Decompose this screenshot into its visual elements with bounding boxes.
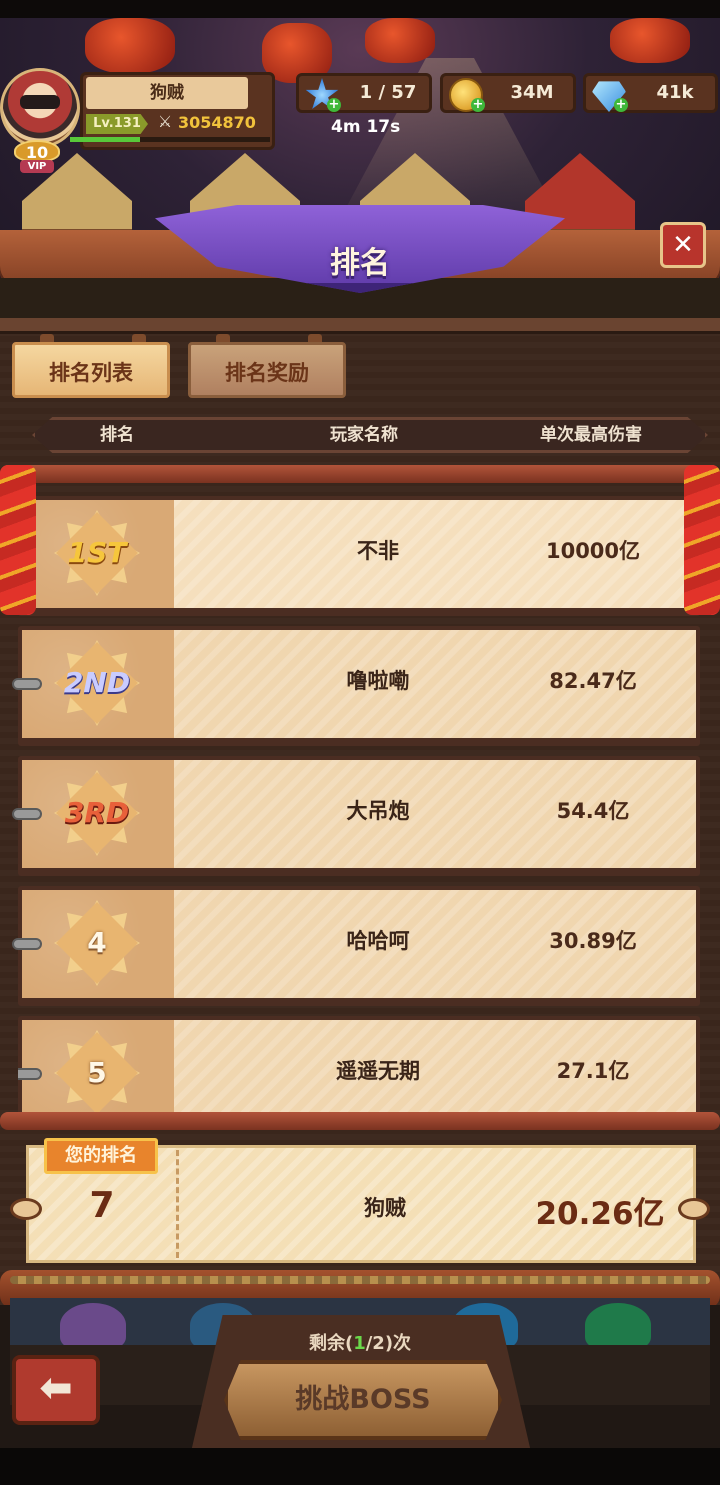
crossed-swords-icon: ⚔ <box>157 112 173 131</box>
lantern-decoration <box>365 18 435 63</box>
remaining-prefix: 剩余( <box>308 1333 354 1354</box>
scroll-knot-icon <box>678 1198 710 1220</box>
close-icon: ✕ <box>672 230 694 260</box>
list-top-rail <box>0 465 720 483</box>
add-gold-icon[interactable]: + <box>471 98 485 112</box>
rank-number: 1ST <box>67 536 127 569</box>
ranking-row[interactable]: 1ST 不非 10000亿 <box>18 496 700 616</box>
gold-value: 34M <box>510 82 554 103</box>
add-gems-icon[interactable]: + <box>614 98 628 112</box>
rope-decoration <box>10 1276 710 1284</box>
hero-slot <box>585 1303 651 1347</box>
ranking-damage: 82.47亿 <box>549 669 637 693</box>
back-button[interactable]: ⬅ <box>12 1355 100 1425</box>
firecracker-decoration <box>0 465 36 615</box>
xp-bar <box>70 137 270 142</box>
my-rank-number: 7 <box>89 1185 115 1226</box>
ranking-row[interactable]: 3RD 大吊炮 54.4亿 <box>12 756 700 876</box>
ranking-damage: 54.4亿 <box>556 799 630 823</box>
xp-bar-fill <box>70 137 140 142</box>
scroll-knot-icon <box>10 1198 42 1220</box>
lantern-decoration <box>85 18 175 73</box>
nail-decoration <box>18 1068 42 1080</box>
rank-number: 2ND <box>63 666 131 699</box>
stamina-timer: 4m 17s <box>331 117 401 137</box>
ranking-row[interactable]: 4 哈哈呵 30.89亿 <box>12 886 700 1006</box>
ranking-damage: 10000亿 <box>545 539 641 563</box>
nail-decoration <box>12 678 42 690</box>
panel-top-edge <box>0 318 720 334</box>
ranking-row[interactable]: 5 遥遥无期 27.1亿 <box>18 1016 700 1116</box>
remaining-used: 1 <box>353 1333 366 1354</box>
player-level: Lv.131 <box>86 114 148 134</box>
ranking-row[interactable]: 2ND 噜啦嘞 82.47亿 <box>12 626 700 746</box>
ranking-player-name: 大吊炮 <box>346 799 410 823</box>
my-damage: 20.26亿 <box>535 1196 665 1232</box>
lantern-decoration <box>610 18 690 63</box>
ranking-player-name: 噜啦嘞 <box>346 669 410 693</box>
back-arrow-icon: ⬅ <box>39 1365 73 1411</box>
my-rank-divider <box>176 1150 179 1258</box>
rank-number: 3RD <box>64 796 130 829</box>
my-rank-label: 您的排名 <box>44 1138 158 1174</box>
system-status-strip <box>0 0 720 18</box>
player-name: 狗贼 <box>86 77 248 109</box>
hero-slot <box>60 1303 126 1347</box>
column-rank: 排名 <box>100 425 134 445</box>
tab-ranking-rewards[interactable]: 排名奖励 <box>188 342 346 398</box>
remaining-suffix: /2)次 <box>365 1333 412 1354</box>
system-nav-bar <box>0 1448 720 1485</box>
nail-decoration <box>12 938 42 950</box>
remaining-attempts: 剩余(1/2)次 <box>250 1329 470 1355</box>
gem-counter[interactable]: + 41k <box>583 73 718 113</box>
tab-ranking-list[interactable]: 排名列表 <box>12 342 170 398</box>
column-player-name: 玩家名称 <box>330 425 398 445</box>
vip-level-badge: 10 <box>14 140 60 162</box>
rank-number: 5 <box>87 1056 107 1089</box>
ranking-damage: 27.1亿 <box>556 1059 630 1083</box>
page-title: 排名 <box>330 246 390 281</box>
gem-value: 41k <box>656 82 694 103</box>
add-stamina-icon[interactable]: + <box>327 98 341 112</box>
list-bottom-rail <box>0 1112 720 1130</box>
stamina-value: 1 / 57 <box>359 82 417 103</box>
rank-number: 4 <box>87 926 107 959</box>
gold-counter[interactable]: + 34M <box>440 73 576 113</box>
column-max-damage: 单次最高伤害 <box>540 425 642 445</box>
close-button[interactable]: ✕ <box>660 222 706 268</box>
my-player-name: 狗贼 <box>364 1196 406 1220</box>
firecracker-decoration <box>684 465 720 615</box>
avatar-mask-icon <box>20 95 60 109</box>
ranking-damage: 30.89亿 <box>549 929 637 953</box>
challenge-boss-label[interactable]: 挑战BOSS <box>224 1378 502 1422</box>
ranking-player-name: 哈哈呵 <box>346 929 410 953</box>
stamina-counter[interactable]: + 1 / 57 <box>296 73 432 113</box>
vip-label: VIP <box>20 160 54 173</box>
nail-decoration <box>12 808 42 820</box>
ranking-player-name: 遥遥无期 <box>336 1059 420 1083</box>
player-power: 3054870 <box>178 113 256 132</box>
ranking-player-name: 不非 <box>357 539 399 563</box>
